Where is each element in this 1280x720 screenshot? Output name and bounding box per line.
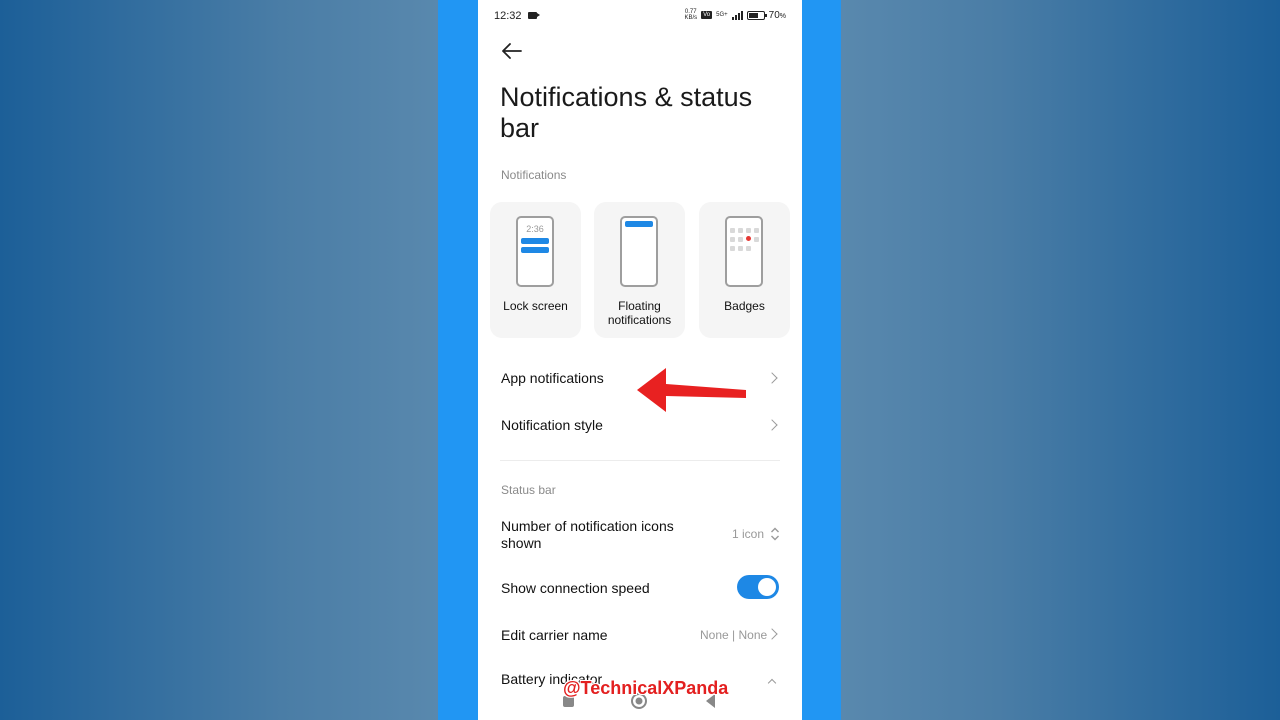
- chevron-up-icon: [767, 678, 777, 688]
- card-label: Lock screen: [503, 299, 568, 313]
- connection-speed-toggle[interactable]: [737, 575, 779, 599]
- volte-icon: Vo: [701, 11, 713, 19]
- floating-notification-preview-icon: [620, 216, 658, 287]
- page-title: Notifications & status bar: [500, 82, 753, 143]
- up-down-chevron-icon: [770, 526, 780, 542]
- row-notification-icons-count[interactable]: Number of notification icons shown 1 ico…: [478, 510, 802, 558]
- chevron-right-icon: [766, 419, 778, 431]
- section-label-notifications: Notifications: [501, 168, 567, 182]
- status-bar: 12:32 0.77 KB/s Vo 5G+ 70%: [478, 0, 802, 32]
- video-camera-icon: [528, 12, 540, 19]
- card-label: Badges: [724, 299, 765, 313]
- lock-screen-preview-icon: 2:36: [516, 216, 554, 287]
- status-indicators: 0.77 KB/s Vo 5G+ 70%: [684, 9, 786, 21]
- card-badges[interactable]: Badges: [699, 202, 790, 338]
- row-edit-carrier-name[interactable]: Edit carrier name None | None: [478, 611, 802, 657]
- row-label: Edit carrier name: [501, 627, 608, 643]
- row-label: App notifications: [501, 370, 604, 386]
- section-label-status-bar: Status bar: [501, 483, 556, 497]
- watermark: @TechnicalXPanda: [563, 678, 729, 698]
- phone-screen: 12:32 0.77 KB/s Vo 5G+ 70% Notifications…: [478, 0, 802, 720]
- chevron-right-icon: [766, 628, 778, 640]
- row-value: 1 icon: [732, 527, 765, 541]
- signal-icon: [731, 10, 743, 20]
- notification-cards: 2:36 Lock screen Floating notifications …: [490, 202, 790, 338]
- row-label: Show connection speed: [501, 580, 650, 596]
- card-lock-screen[interactable]: 2:36 Lock screen: [490, 202, 581, 338]
- row-label: Notification style: [501, 417, 603, 433]
- red-arrow-annotation: [634, 366, 749, 414]
- divider: [500, 460, 780, 461]
- chevron-right-icon: [766, 372, 778, 384]
- card-label: Floating notifications: [607, 299, 672, 327]
- row-value: None | None: [700, 628, 768, 642]
- card-floating-notifications[interactable]: Floating notifications: [594, 202, 685, 338]
- row-label: Number of notification icons shown: [501, 518, 674, 551]
- connection-speed: 0.77 KB/s: [684, 9, 698, 21]
- battery-percent: 70%: [768, 9, 786, 21]
- network-type: 5G+: [716, 12, 728, 18]
- back-arrow-icon[interactable]: [500, 40, 524, 62]
- toggle-knob: [758, 578, 776, 596]
- status-time: 12:32: [494, 10, 522, 22]
- battery-fill: [748, 12, 759, 18]
- battery-icon: [746, 10, 767, 20]
- badges-preview-icon: [725, 216, 763, 287]
